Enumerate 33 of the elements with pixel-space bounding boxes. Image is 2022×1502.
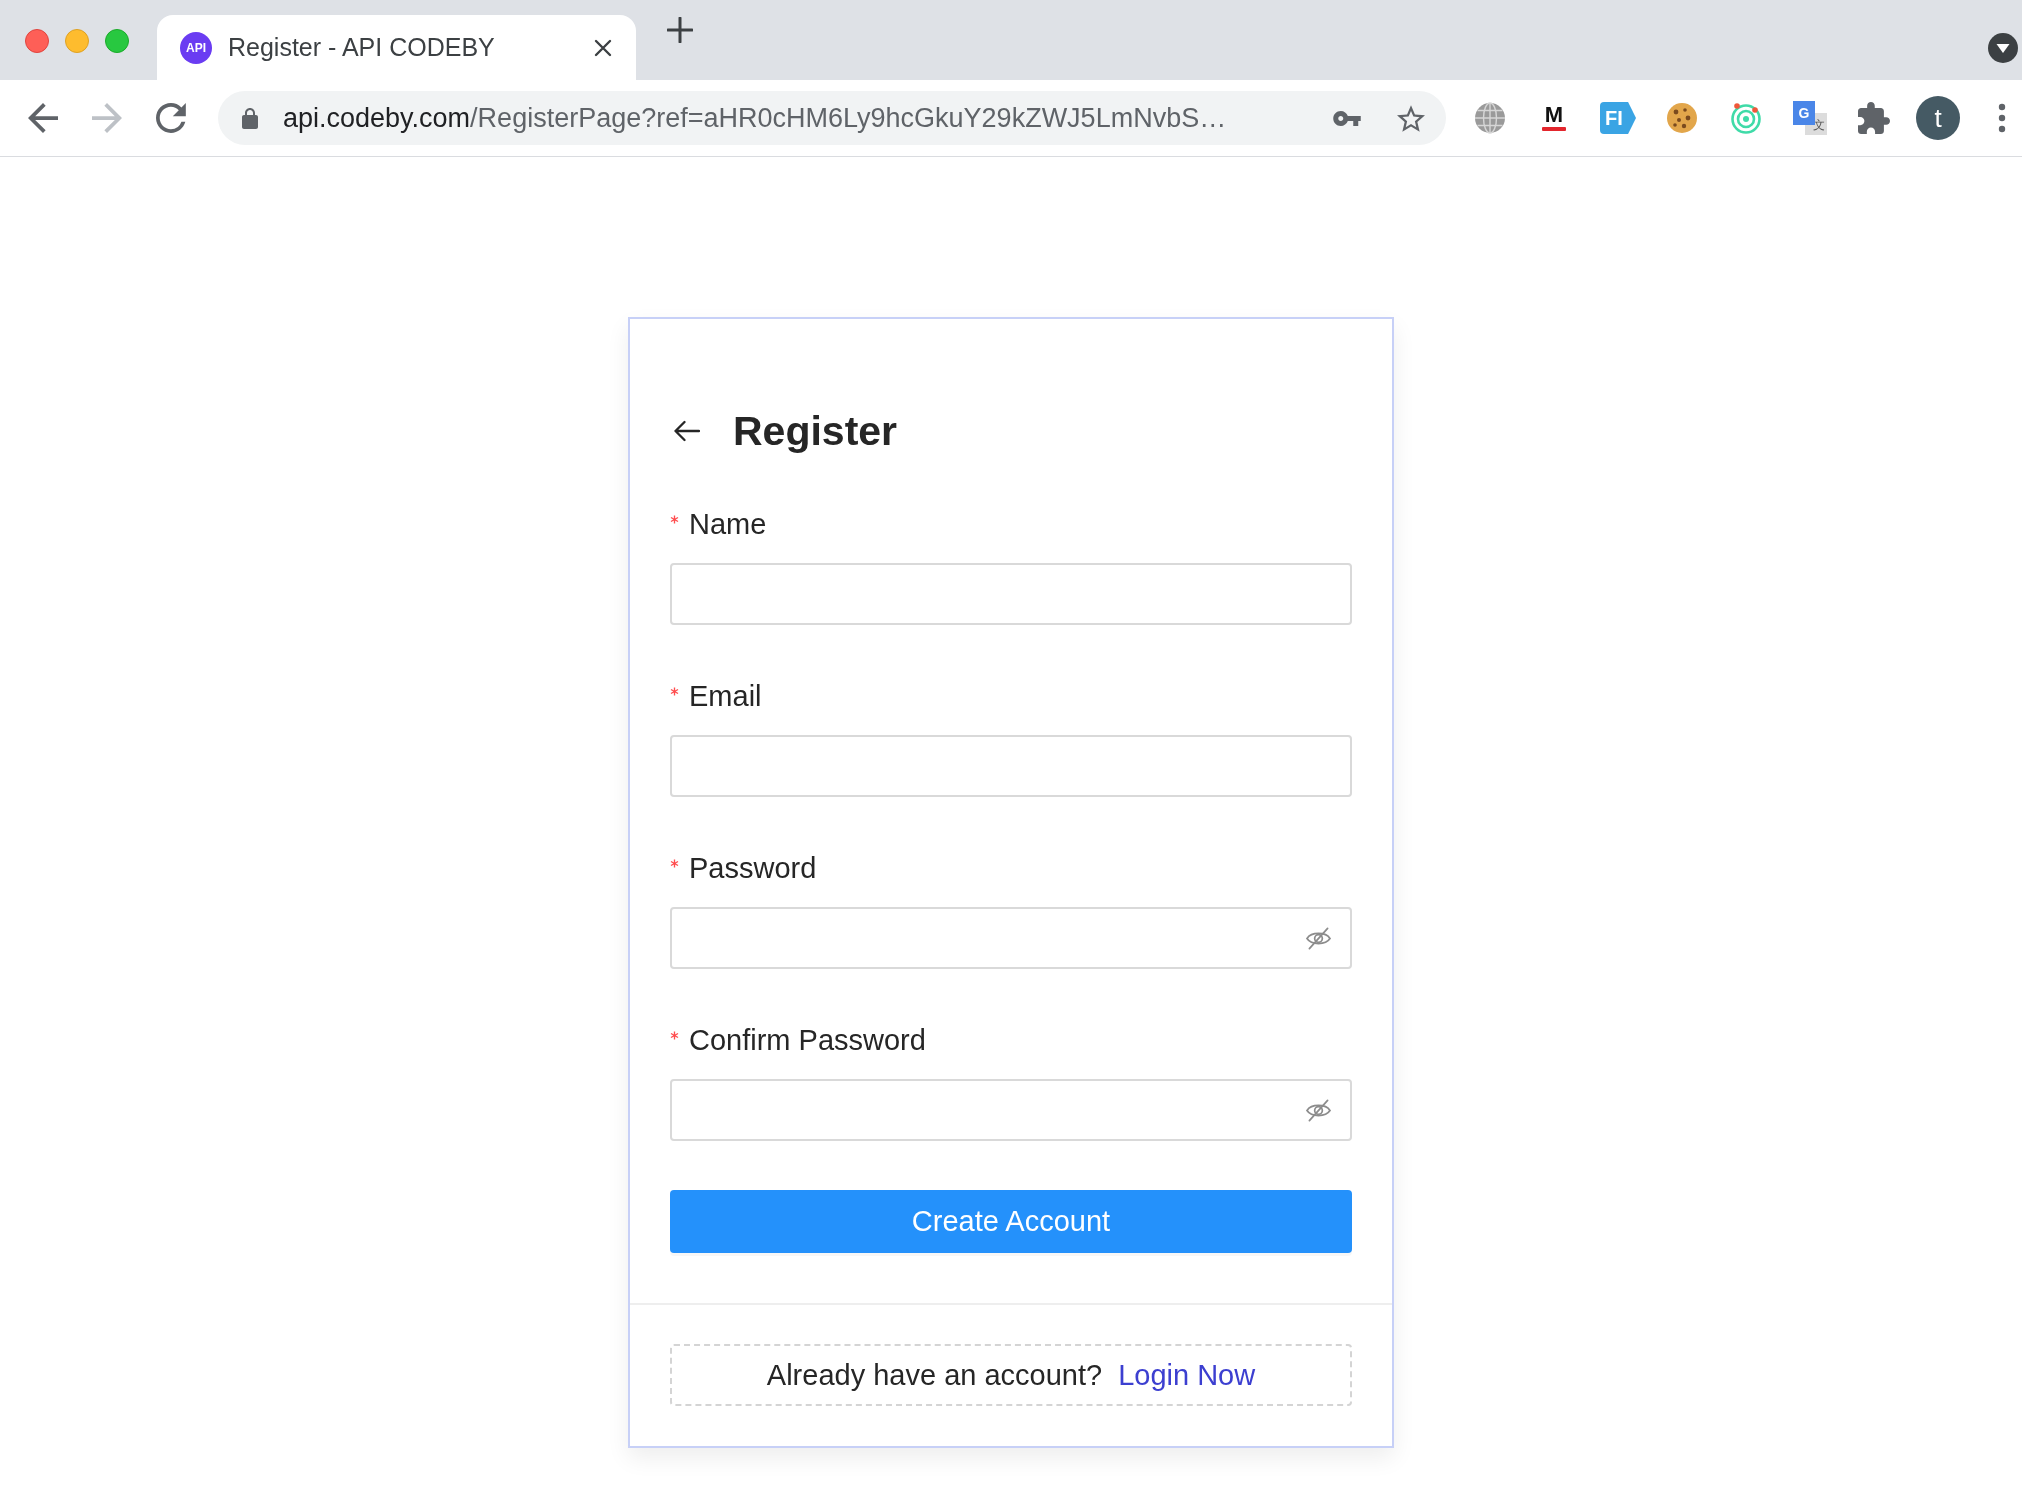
page-title: Register: [733, 407, 898, 456]
tab-close-icon[interactable]: [594, 38, 612, 57]
field-label: Email: [689, 679, 762, 714]
new-tab-plus-icon[interactable]: [667, 17, 693, 43]
address-bar[interactable]: api.codeby.com/RegisterPage?ref=aHR0cHM6Ly9hcGkuY29kZWJ5LmNvbS…: [218, 91, 1446, 145]
reload-icon[interactable]: [156, 103, 186, 133]
profile-avatar[interactable]: t: [1916, 96, 1960, 140]
field-label: Password: [689, 851, 817, 886]
password-field[interactable]: [670, 907, 1352, 969]
browser-tab[interactable]: API Register - API CODEBY: [157, 15, 636, 80]
login-link[interactable]: Login Now: [1118, 1358, 1256, 1392]
eye-slash-icon[interactable]: [1305, 926, 1332, 950]
globe-icon[interactable]: [1474, 102, 1506, 134]
menu-icon[interactable]: [1998, 103, 2006, 133]
back-arrow-icon[interactable]: [673, 420, 700, 442]
window-maximize-button[interactable]: [105, 29, 129, 53]
key-icon[interactable]: [1333, 110, 1361, 126]
input-field[interactable]: [670, 735, 1352, 797]
input-field[interactable]: [670, 563, 1352, 625]
dropdown-icon[interactable]: [1988, 33, 2018, 63]
back-arrow-icon[interactable]: [28, 103, 58, 133]
password-field[interactable]: [670, 1079, 1352, 1141]
target-icon[interactable]: [1730, 102, 1762, 134]
window-close-button[interactable]: [25, 29, 49, 53]
login-prompt-text: Already have an account?: [766, 1358, 1103, 1392]
puzzle-icon[interactable]: [1858, 102, 1890, 134]
eye-slash-icon[interactable]: [1305, 1098, 1332, 1122]
field-label: Confirm Password: [689, 1023, 926, 1058]
star-icon[interactable]: [1397, 104, 1425, 132]
site-favicon: API: [180, 31, 212, 64]
lock-icon: [242, 107, 258, 129]
cookie-icon[interactable]: [1666, 102, 1698, 134]
field-label: Name: [689, 507, 767, 542]
